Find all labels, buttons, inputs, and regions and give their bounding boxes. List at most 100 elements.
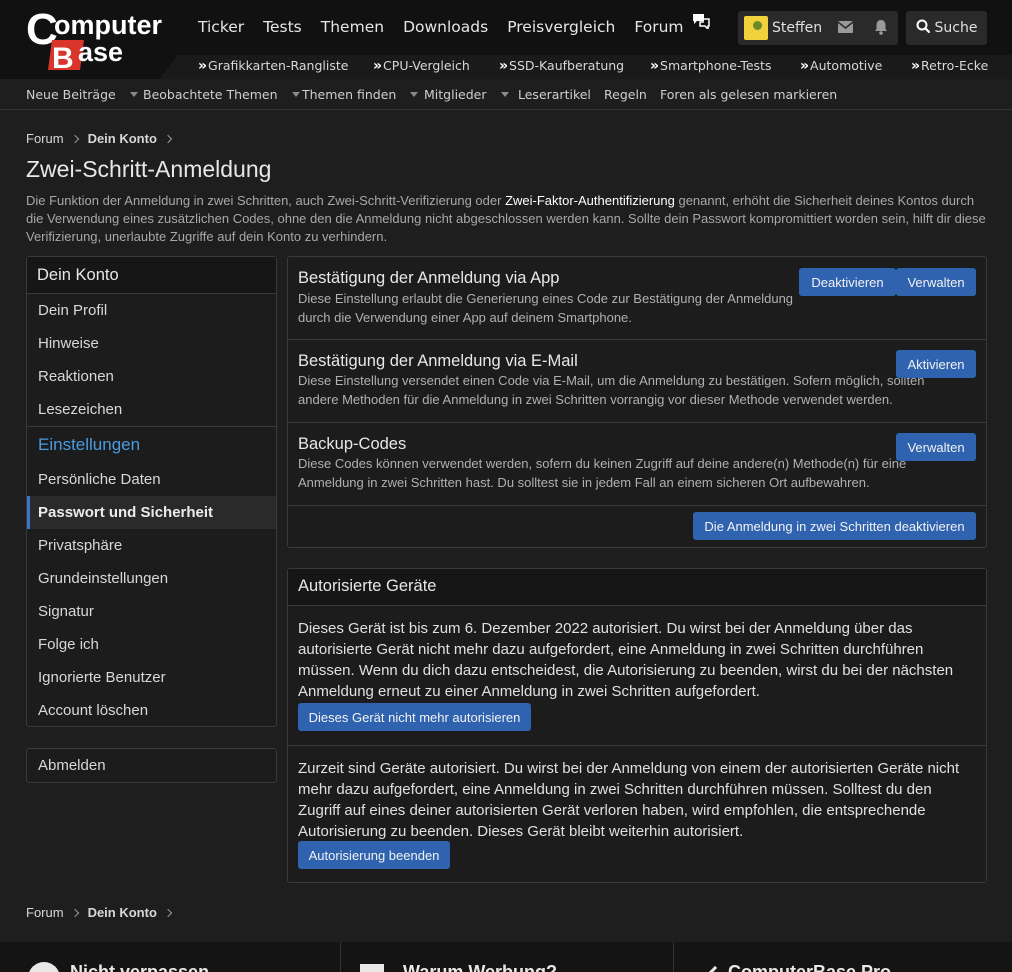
subnav-ssd-kaufberatung[interactable]: »SSD-Kaufberatung (499, 58, 624, 74)
method-row-backup: Backup-Codes Diese Codes können verwende… (288, 423, 986, 506)
subnav-slant (160, 55, 178, 79)
forum-navigation: Neue Beiträge Beobachtete Themen Themen … (0, 79, 1012, 110)
disable-2fa-button[interactable]: Die Anmeldung in zwei Schritten deaktivi… (693, 512, 976, 540)
end-authorization-button[interactable]: Autorisierung beenden (298, 841, 450, 869)
user-menu[interactable]: Steffen (738, 11, 898, 45)
breadcrumb-account[interactable]: Dein Konto (88, 131, 157, 146)
breadcrumb-bottom: Forum Dein Konto (26, 905, 181, 920)
chat-bubbles-icon (692, 13, 711, 32)
sidebar-item-hinweise[interactable]: Hinweise (27, 327, 276, 360)
bell-icon[interactable] (874, 19, 888, 38)
chevron-down-icon[interactable] (291, 92, 300, 97)
footer-heading-pro[interactable]: ComputerBase Pro (728, 962, 891, 972)
sidebar-item-signatur[interactable]: Signatur (27, 595, 276, 628)
sidebar-item-reaktionen[interactable]: Reaktionen (27, 360, 276, 393)
nav-forum-wrapper[interactable]: Forum (634, 13, 710, 36)
chevron-right-icon (70, 134, 79, 143)
footer-heading-nicht-verpassen[interactable]: Nicht verpassen (70, 962, 209, 972)
activate-email-button[interactable]: Aktivieren (896, 350, 976, 378)
sidebar-item-ignorierte-benutzer[interactable]: Ignorierte Benutzer (27, 661, 276, 694)
nav-tests[interactable]: Tests (263, 18, 302, 36)
subnav-grafikkarten[interactable]: »Grafikkarten-Rangliste (198, 58, 348, 74)
forumnav-beobachtete-themen[interactable]: Beobachtete Themen (143, 87, 300, 102)
2fa-methods-panel: Bestätigung der Anmeldung via App Diese … (287, 256, 987, 548)
breadcrumb-account[interactable]: Dein Konto (88, 905, 157, 920)
forumnav-leserartikel[interactable]: Leserartikel (518, 87, 591, 102)
chevron-right-icon (163, 908, 173, 917)
svg-text:ase: ase (78, 37, 123, 67)
avatar (744, 16, 768, 40)
nav-forum[interactable]: Forum (634, 18, 683, 36)
forumnav-themen-finden[interactable]: Themen finden (302, 87, 419, 102)
nav-downloads[interactable]: Downloads (403, 18, 488, 36)
method-title: Bestätigung der Anmeldung via App (298, 269, 560, 287)
manage-backup-button[interactable]: Verwalten (896, 433, 976, 461)
method-title: Backup-Codes (298, 435, 407, 453)
sidebar-item-profil[interactable]: Dein Profil (27, 294, 276, 327)
nav-themen[interactable]: Themen (321, 18, 384, 36)
manage-app-button[interactable]: Verwalten (896, 268, 976, 296)
this-device-text: Dieses Gerät ist bis zum 6. Dezember 202… (298, 620, 954, 700)
envelope-icon[interactable] (837, 20, 854, 36)
sidebar-item-passwort-sicherheit[interactable]: Passwort und Sicherheit (27, 496, 276, 529)
subnav-retro-ecke[interactable]: »Retro-Ecke (911, 58, 988, 74)
search-label: Suche (934, 20, 978, 36)
site-footer: Nicht verpassen Warum Werbung? ComputerB… (0, 942, 1012, 972)
method-row-app: Bestätigung der Anmeldung via App Diese … (288, 257, 986, 340)
method-row-email: Bestätigung der Anmeldung via E-Mail Die… (288, 340, 986, 423)
username: Steffen (772, 20, 823, 36)
sidebar-item-privatsphaere[interactable]: Privatsphäre (27, 529, 276, 562)
subnav-smartphone-tests[interactable]: »Smartphone-Tests (650, 58, 771, 74)
subnav-automotive[interactable]: »Automotive (800, 58, 882, 74)
main-navigation: Ticker Tests Themen Downloads Preisvergl… (198, 0, 711, 54)
deauthorize-this-device-button[interactable]: Dieses Gerät nicht mehr autorisieren (298, 703, 531, 731)
topic-subnav: »Grafikkarten-Rangliste »CPU-Vergleich »… (178, 55, 1012, 79)
nav-ticker[interactable]: Ticker (198, 18, 244, 36)
chevron-down-icon[interactable] (500, 92, 509, 97)
forumnav-neue-beitraege[interactable]: Neue Beiträge (26, 87, 138, 102)
method-description: Diese Einstellung erlaubt die Generierun… (298, 291, 794, 325)
forumnav-mark-read[interactable]: Foren als gelesen markieren (660, 87, 837, 102)
subnav-cpu-vergleich[interactable]: »CPU-Vergleich (373, 58, 470, 74)
footer-heading-werbung[interactable]: Warum Werbung? (403, 962, 557, 972)
method-description: Diese Codes können verwendet werden, sof… (298, 456, 907, 490)
search-icon (916, 19, 935, 37)
breadcrumb-forum[interactable]: Forum (26, 905, 64, 920)
breadcrumb: Forum Dein Konto (26, 131, 181, 146)
deactivate-app-button[interactable]: Deaktivieren (799, 268, 896, 296)
devices-heading: Autorisierte Geräte (288, 569, 986, 606)
nav-preisvergleich[interactable]: Preisvergleich (507, 18, 615, 36)
chevron-down-icon[interactable] (410, 92, 419, 97)
forumnav-mitglieder[interactable]: Mitglieder (424, 87, 509, 102)
2fa-link[interactable]: Zwei-Faktor-Authentifizierung (505, 193, 675, 208)
forumnav-regeln[interactable]: Regeln (604, 87, 647, 102)
logout-button[interactable]: Abmelden (26, 748, 277, 783)
megaphone-icon (360, 964, 394, 972)
chevron-down-icon[interactable] (129, 92, 138, 97)
method-description: Diese Einstellung versendet einen Code v… (298, 373, 925, 407)
breadcrumb-forum[interactable]: Forum (26, 131, 64, 146)
computerbase-logo[interactable]: C omputer B ase (26, 6, 176, 72)
chevron-right-icon (163, 134, 173, 143)
sidebar-item-persoenliche-daten[interactable]: Persönliche Daten (27, 463, 276, 496)
other-devices-text: Zurzeit sind Geräte autorisiert. Du wirs… (298, 760, 960, 840)
chevron-left-icon (707, 965, 723, 972)
footer-column (673, 942, 674, 972)
sidebar-item-folge-ich[interactable]: Folge ich (27, 628, 276, 661)
footer-column (340, 942, 341, 972)
sidebar-item-grundeinstellungen[interactable]: Grundeinstellungen (27, 562, 276, 595)
info-icon (28, 962, 60, 972)
sidebar-item-lesezeichen[interactable]: Lesezeichen (27, 393, 276, 426)
authorized-devices-panel: Autorisierte Geräte Dieses Gerät ist bis… (287, 568, 987, 883)
other-devices-row: Zurzeit sind Geräte autorisiert. Du wirs… (288, 746, 986, 882)
svg-text:B: B (52, 42, 74, 72)
svg-text:omputer: omputer (54, 10, 162, 40)
chevron-right-icon (70, 908, 79, 917)
account-sidebar: Dein Konto Dein Profil Hinweise Reaktion… (26, 256, 277, 727)
sidebar-item-account-loeschen[interactable]: Account löschen (27, 694, 276, 727)
sidebar-settings-heading: Einstellungen (27, 426, 276, 463)
method-title: Bestätigung der Anmeldung via E-Mail (298, 352, 578, 370)
search-button[interactable]: Suche (906, 11, 987, 45)
this-device-row: Dieses Gerät ist bis zum 6. Dezember 202… (288, 606, 986, 746)
sidebar-heading: Dein Konto (27, 257, 276, 294)
